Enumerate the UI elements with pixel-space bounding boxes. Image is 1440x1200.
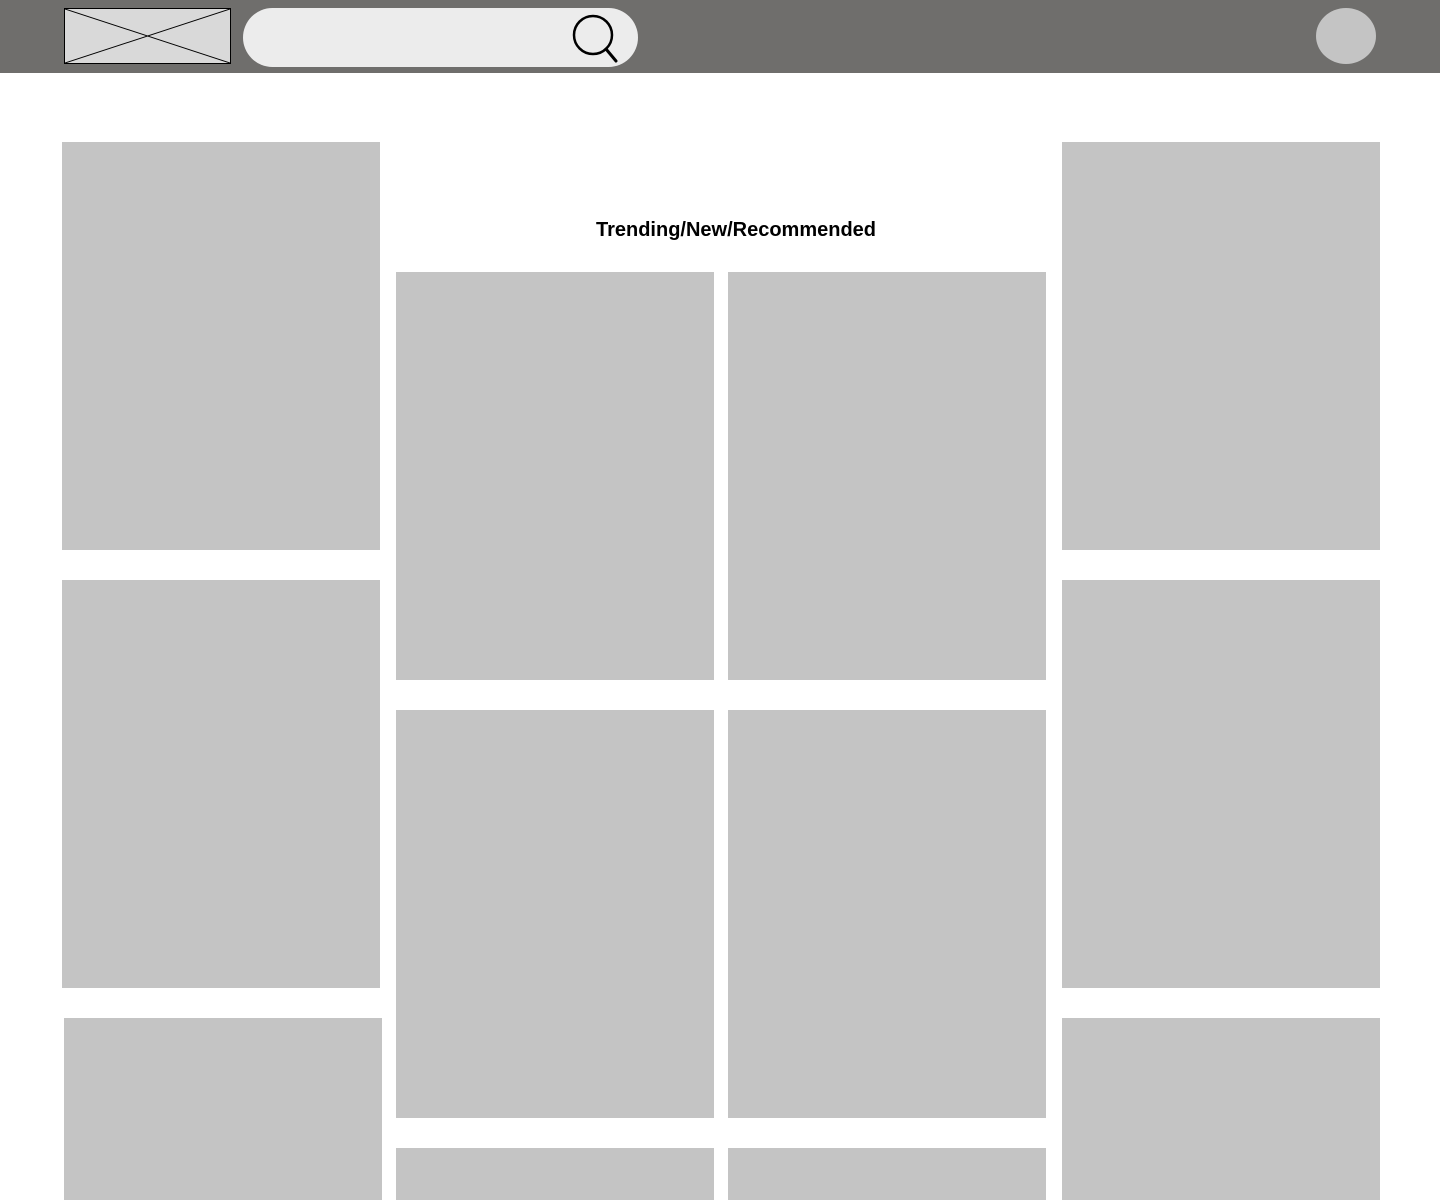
section-title: Trending/New/Recommended	[595, 219, 877, 241]
right-card-1[interactable]	[1062, 142, 1380, 550]
center-card-5[interactable]	[396, 1148, 714, 1200]
avatar[interactable]	[1316, 8, 1376, 64]
right-card-2[interactable]	[1062, 580, 1380, 988]
center-card-2[interactable]	[728, 272, 1046, 680]
center-card-4[interactable]	[728, 710, 1046, 1118]
left-card-2[interactable]	[62, 580, 380, 988]
search-input[interactable]	[263, 20, 563, 55]
page: Trending/New/Recommended	[0, 0, 1440, 1200]
search-icon[interactable]	[571, 14, 619, 64]
top-bar	[0, 0, 1440, 73]
logo-placeholder-icon[interactable]	[64, 8, 231, 64]
image-placeholder-icon	[65, 9, 230, 63]
right-card-3[interactable]	[1062, 1018, 1380, 1200]
center-card-3[interactable]	[396, 710, 714, 1118]
left-card-1[interactable]	[62, 142, 380, 550]
search-bar[interactable]	[243, 8, 638, 67]
center-card-6[interactable]	[728, 1148, 1046, 1200]
center-card-1[interactable]	[396, 272, 714, 680]
left-card-3[interactable]	[64, 1018, 382, 1200]
